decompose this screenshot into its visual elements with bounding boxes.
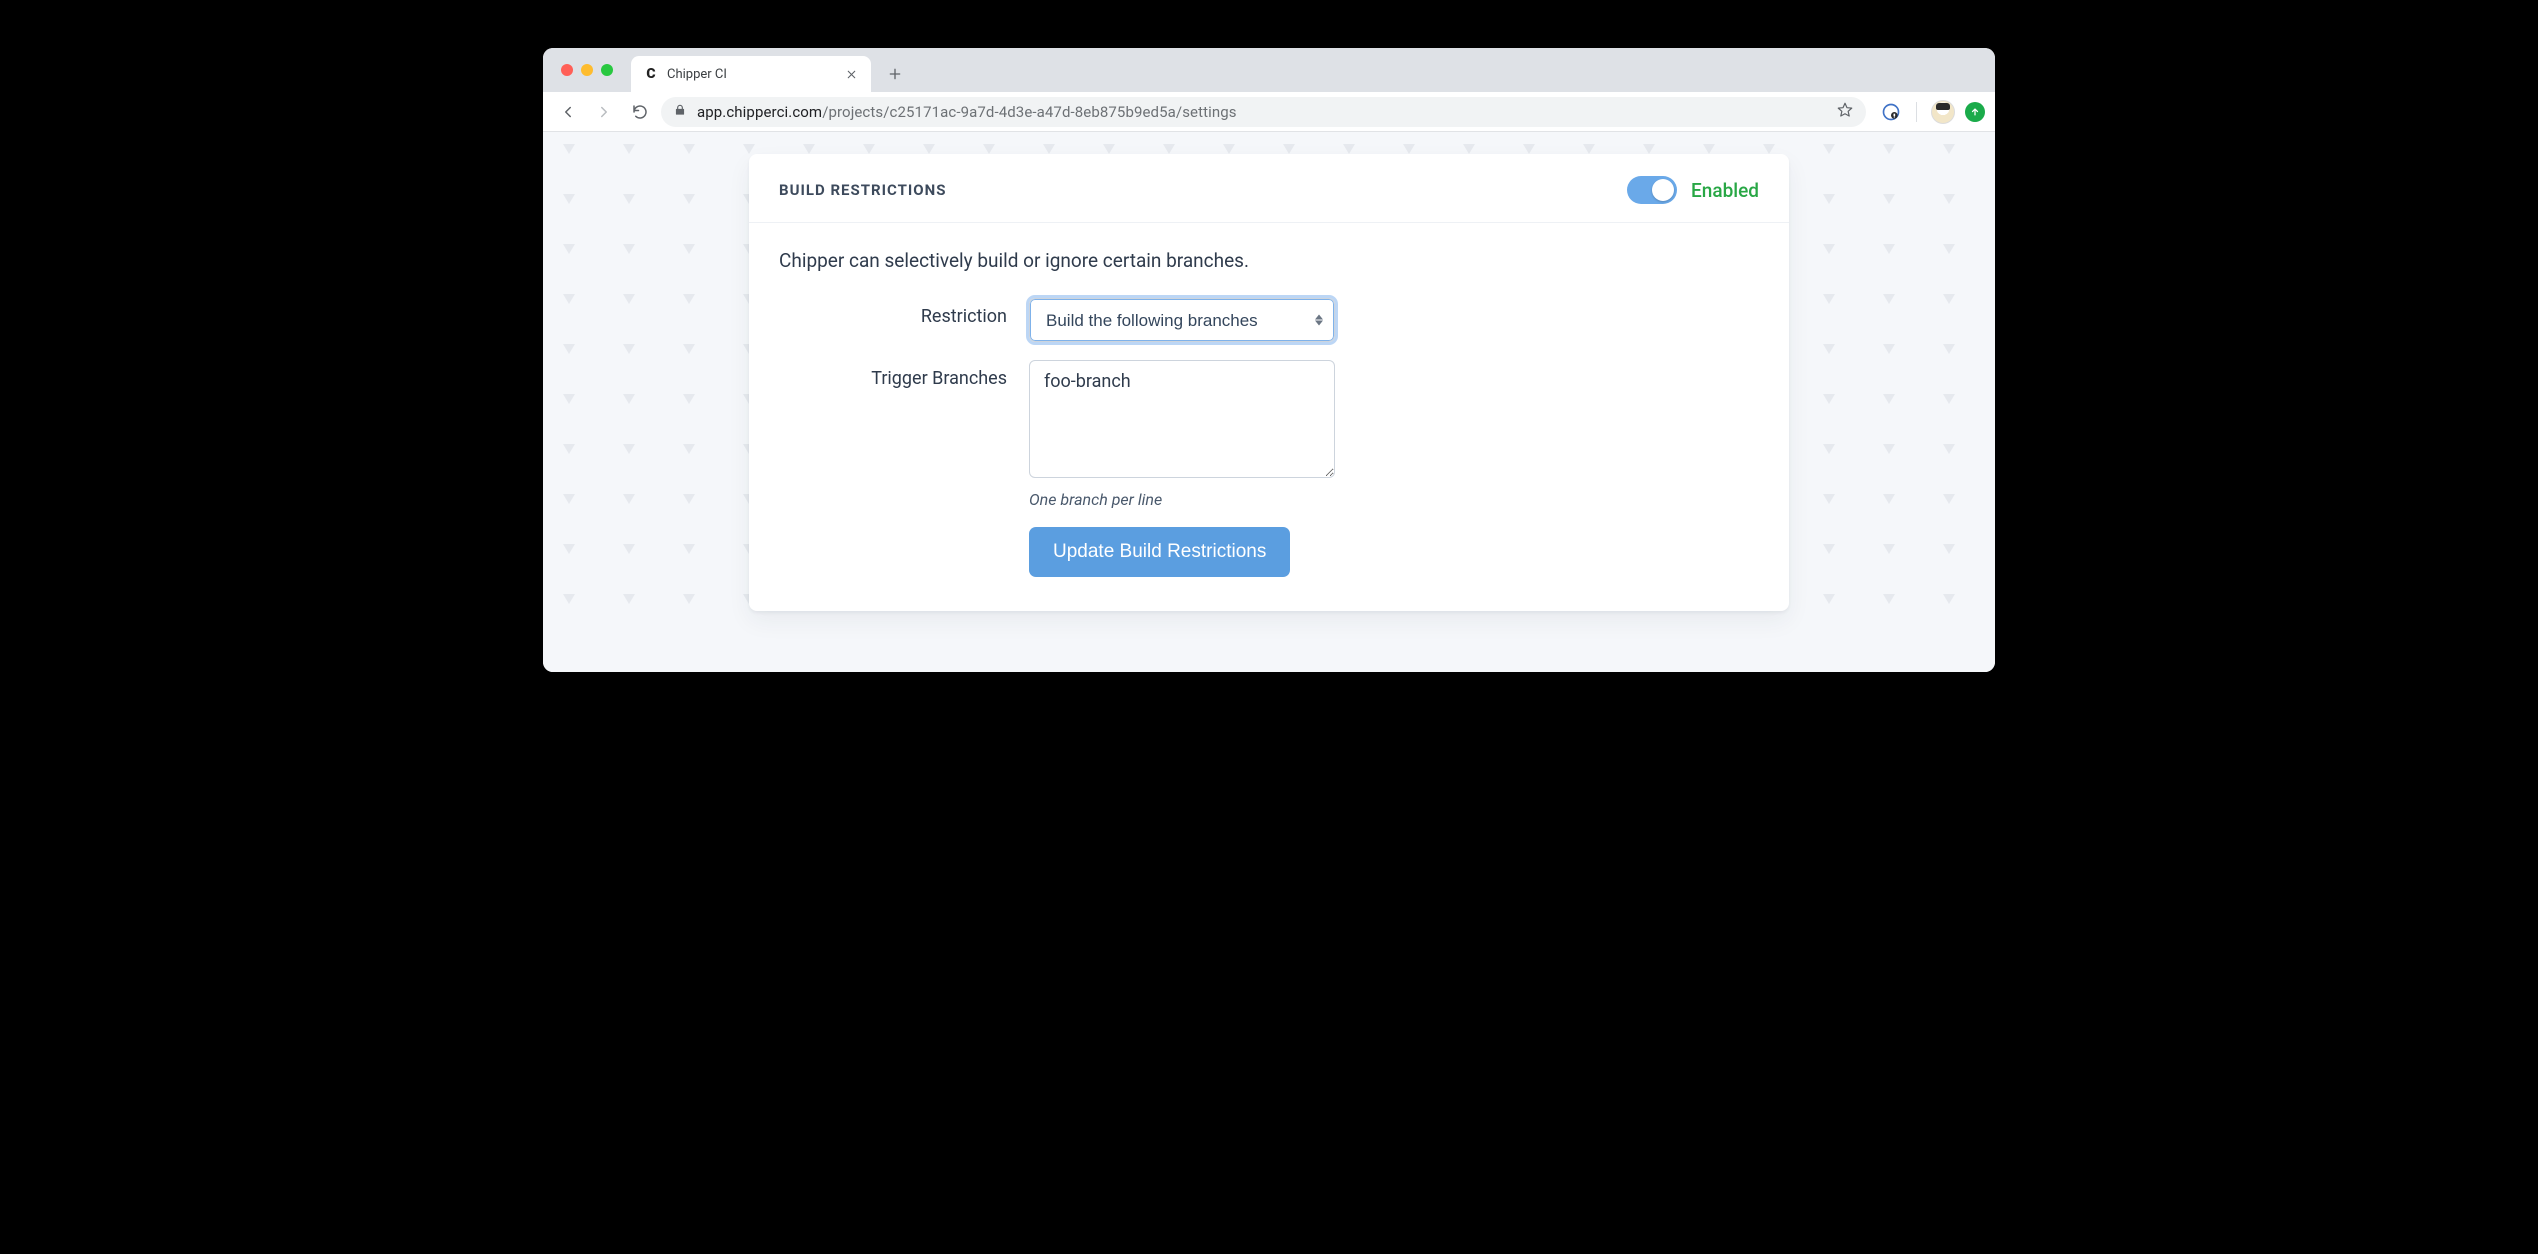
arrow-right-icon	[595, 103, 613, 121]
browser-toolbar: app.chipperci.com/projects/c25171ac-9a7d…	[543, 92, 1995, 132]
branches-label: Trigger Branches	[779, 360, 1029, 389]
window-close-button[interactable]	[561, 64, 573, 76]
url-host: app.chipperci.com	[697, 103, 822, 121]
back-button[interactable]	[553, 97, 583, 127]
arrow-left-icon	[559, 103, 577, 121]
browser-tab[interactable]: C Chipper CI	[631, 56, 871, 92]
submit-spacer	[779, 527, 1029, 577]
restriction-row: Restriction Build the following branches	[779, 298, 1759, 342]
restriction-label: Restriction	[779, 298, 1029, 327]
browser-window: C Chipper CI app.chipperci.com/projects/…	[543, 48, 1995, 672]
star-icon	[1836, 101, 1854, 119]
enable-toggle-label: Enabled	[1691, 179, 1759, 202]
branches-row: Trigger Branches One branch per line	[779, 360, 1759, 509]
url-text: app.chipperci.com/projects/c25171ac-9a7d…	[697, 103, 1237, 121]
window-minimize-button[interactable]	[581, 64, 593, 76]
window-controls	[555, 48, 621, 92]
profile-avatar[interactable]	[1931, 100, 1955, 124]
card-title: Build Restrictions	[779, 181, 946, 199]
tab-title: Chipper CI	[667, 67, 835, 82]
arrow-up-icon	[1970, 107, 1980, 117]
plus-icon	[887, 66, 903, 82]
window-zoom-button[interactable]	[601, 64, 613, 76]
close-icon	[845, 68, 858, 81]
build-restrictions-card: Build Restrictions Enabled Chipper can s…	[749, 154, 1789, 611]
toolbar-divider	[1916, 102, 1917, 122]
forward-button[interactable]	[589, 97, 619, 127]
tab-strip: C Chipper CI	[543, 48, 1995, 92]
branches-hint: One branch per line	[1029, 490, 1335, 509]
tab-close-button[interactable]	[843, 66, 859, 82]
reload-button[interactable]	[625, 97, 655, 127]
restriction-select[interactable]: Build the following branches	[1029, 298, 1335, 342]
branches-textarea[interactable]	[1029, 360, 1335, 478]
enable-toggle-group: Enabled	[1627, 176, 1759, 204]
address-bar[interactable]: app.chipperci.com/projects/c25171ac-9a7d…	[661, 97, 1866, 127]
url-path: /projects/c25171ac-9a7d-4d3e-a47d-8eb875…	[822, 103, 1236, 121]
card-header: Build Restrictions Enabled	[749, 154, 1789, 223]
card-body: Chipper can selectively build or ignore …	[749, 223, 1789, 611]
extension-icon-1[interactable]	[1880, 101, 1902, 123]
update-build-restrictions-button[interactable]: Update Build Restrictions	[1029, 527, 1290, 577]
lock-icon	[673, 103, 687, 121]
submit-row: Update Build Restrictions	[779, 527, 1759, 577]
tab-favicon: C	[643, 66, 659, 82]
bookmark-button[interactable]	[1836, 101, 1854, 123]
extension-icon-2[interactable]	[1965, 102, 1985, 122]
card-intro: Chipper can selectively build or ignore …	[779, 249, 1759, 272]
new-tab-button[interactable]	[881, 60, 909, 88]
shield-info-icon	[1881, 102, 1901, 122]
reload-icon	[631, 103, 649, 121]
enable-toggle[interactable]	[1627, 176, 1677, 204]
restriction-select-wrap: Build the following branches	[1029, 298, 1335, 342]
extension-icons	[1872, 100, 1985, 124]
page-content: Build Restrictions Enabled Chipper can s…	[543, 132, 1995, 672]
